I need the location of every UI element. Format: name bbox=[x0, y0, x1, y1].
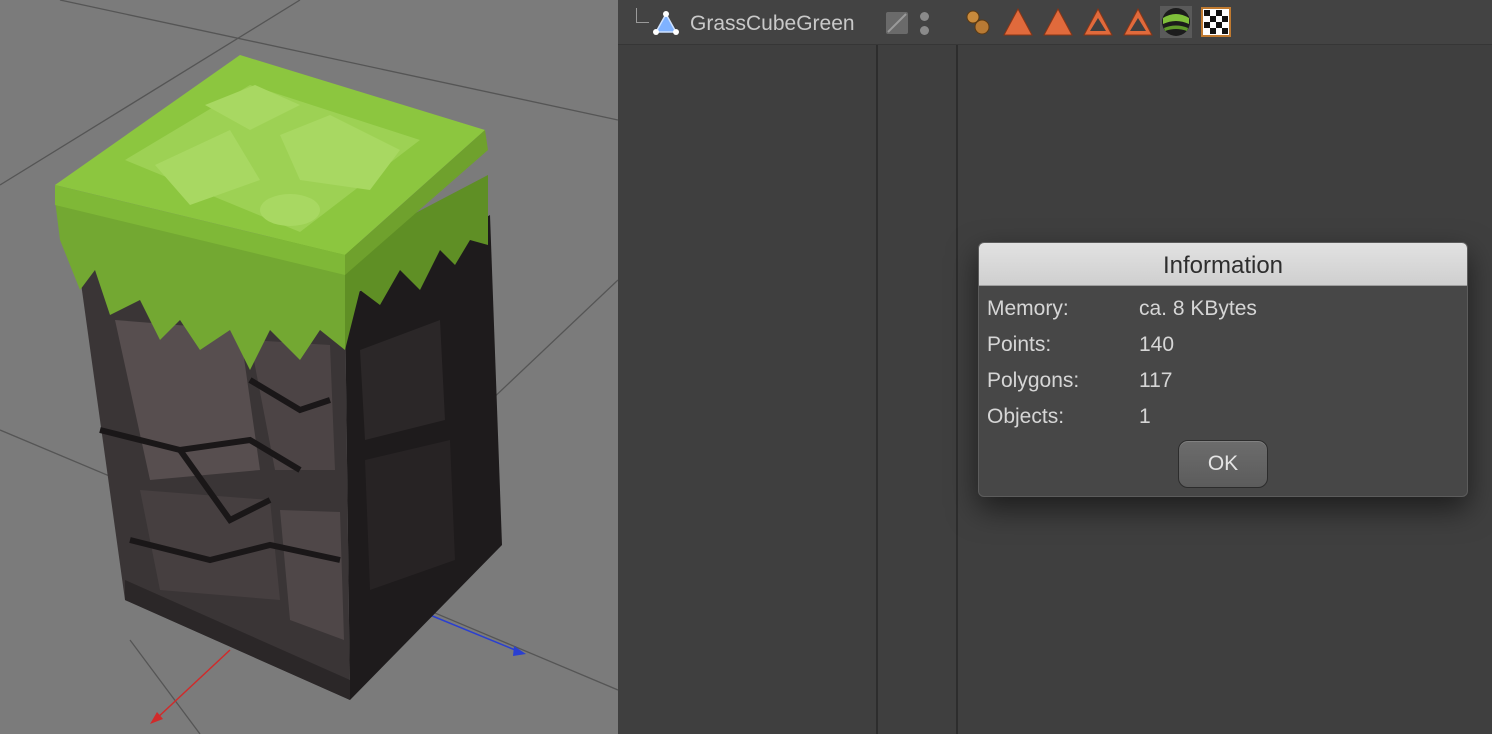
selection-tag-outline-icon[interactable] bbox=[1082, 6, 1114, 38]
polygons-label: Polygons: bbox=[987, 369, 1080, 392]
material-tag-orange-icon[interactable] bbox=[1042, 6, 1074, 38]
material-tag-orange-icon[interactable] bbox=[1002, 6, 1034, 38]
column-divider[interactable] bbox=[876, 0, 878, 734]
objects-label: Objects: bbox=[987, 405, 1065, 428]
render-visibility-dot[interactable] bbox=[920, 26, 929, 35]
x-axis-line bbox=[154, 649, 231, 721]
object-row[interactable]: GrassCubeGreen bbox=[618, 0, 1492, 45]
memory-label: Memory: bbox=[987, 297, 1069, 320]
polygon-object-icon bbox=[653, 11, 679, 35]
layer-swatch-icon[interactable] bbox=[886, 12, 908, 34]
ok-button[interactable]: OK bbox=[1178, 440, 1268, 488]
tree-hierarchy-line bbox=[636, 8, 649, 23]
information-dialog: Information Memory: ca. 8 KBytes Points:… bbox=[978, 242, 1468, 497]
visibility-dots-icon[interactable] bbox=[920, 12, 930, 36]
z-axis-line bbox=[429, 614, 521, 653]
editor-visibility-dot[interactable] bbox=[920, 12, 929, 21]
layer-visibility-cell[interactable] bbox=[880, 0, 956, 44]
texture-tag-mixed-icon[interactable] bbox=[962, 6, 994, 38]
memory-value: ca. 8 KBytes bbox=[1139, 297, 1257, 320]
material-tag-grass-sphere-icon[interactable] bbox=[1160, 6, 1192, 38]
objects-value: 1 bbox=[1139, 405, 1151, 428]
3d-viewport[interactable] bbox=[0, 0, 618, 734]
object-name-cell[interactable]: GrassCubeGreen bbox=[618, 0, 876, 44]
polygons-value: 117 bbox=[1139, 369, 1173, 392]
viewport-scene bbox=[0, 0, 618, 734]
dialog-title: Information bbox=[979, 243, 1467, 286]
object-name-label[interactable]: GrassCubeGreen bbox=[690, 12, 855, 36]
points-label: Points: bbox=[987, 333, 1052, 356]
column-divider[interactable] bbox=[956, 0, 958, 734]
app-window: GrassCubeGreen Information Memory: ca. 8… bbox=[0, 0, 1492, 734]
points-value: 140 bbox=[1139, 333, 1175, 356]
selection-tag-outline-icon[interactable] bbox=[1122, 6, 1154, 38]
grass-cube-model[interactable] bbox=[55, 55, 502, 700]
uvw-tag-checker-icon[interactable] bbox=[1200, 6, 1232, 38]
tags-cell bbox=[960, 0, 1260, 44]
